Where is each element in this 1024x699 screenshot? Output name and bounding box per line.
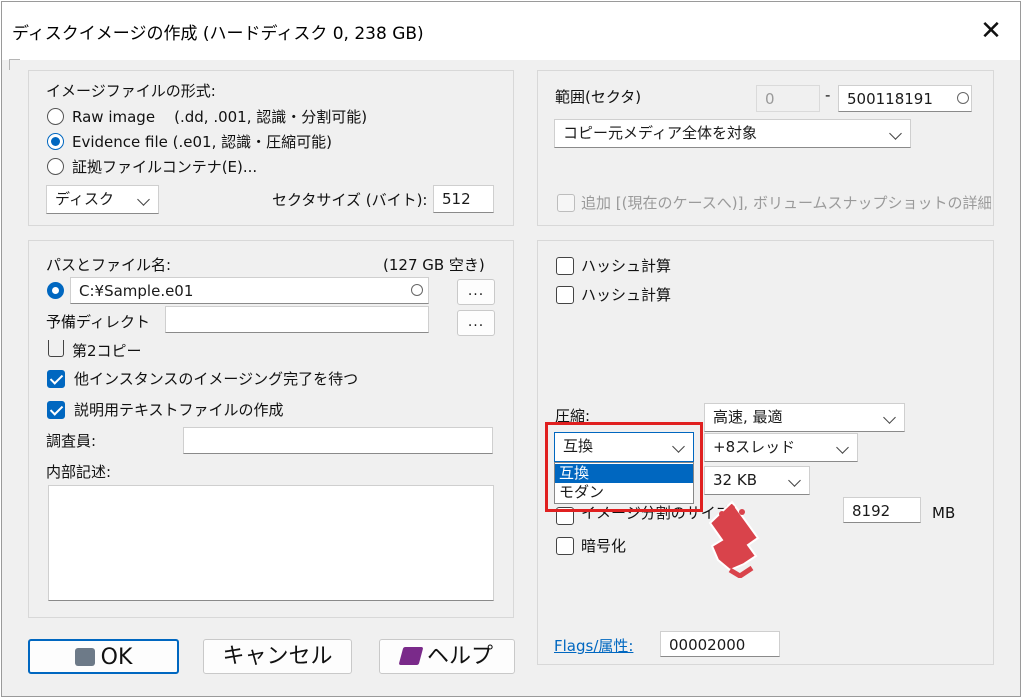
disk-select-value: ディスク xyxy=(55,190,114,208)
range-separator: - xyxy=(825,86,831,104)
backup-dir-label: 予備ディレクト xyxy=(46,313,150,331)
path-input[interactable]: C:¥Sample.e01 xyxy=(70,277,429,304)
chevron-down-icon xyxy=(889,127,902,140)
chevron-down-icon xyxy=(836,441,849,454)
flags-link[interactable]: Flags/属性: xyxy=(554,635,633,656)
title-bar: ディスクイメージの作成 (ハードディスク 0, 238 GB) ✕ xyxy=(2,2,1020,60)
close-icon[interactable]: ✕ xyxy=(974,16,1008,46)
second-copy-label: 第2コピー xyxy=(72,342,142,360)
target-select[interactable]: コピー元メディア全体を対象 xyxy=(554,119,911,148)
sector-size-label: セクタサイズ (バイト): xyxy=(272,191,428,209)
append-label: 追加 [(現在のケースへ)], ボリュームスナップショットの詳細 xyxy=(581,194,991,212)
evidence-file-label: Evidence file (.e01, 認識・圧縮可能) xyxy=(72,133,332,151)
range-end-value: 500118191 xyxy=(847,90,933,108)
hash2-checkbox[interactable] xyxy=(556,286,574,304)
wait-label: 他インスタンスのイメージング完了を待つ xyxy=(74,370,359,388)
cancel-button[interactable]: キャンセル xyxy=(203,639,352,674)
raw-image-label: Raw image (.dd, .001, 認識・分割可能) xyxy=(72,108,368,126)
window-title: ディスクイメージの作成 (ハードディスク 0, 238 GB) xyxy=(12,24,424,44)
format-group-label: イメージファイルの形式: xyxy=(46,82,216,100)
hash2-label: ハッシュ計算 xyxy=(581,286,672,304)
chunk-select[interactable]: 32 KB xyxy=(704,466,810,495)
disk-icon xyxy=(74,648,95,666)
evidence-file-radio[interactable] xyxy=(47,133,64,150)
range-start-input[interactable]: 0 xyxy=(756,85,820,112)
chevron-down-icon xyxy=(788,474,801,487)
path-value: C:¥Sample.e01 xyxy=(79,282,194,300)
path-label: パスとファイル名: xyxy=(46,256,172,274)
split-unit-label: MB xyxy=(932,504,956,522)
sector-size-input[interactable]: 512 xyxy=(433,185,494,213)
chevron-down-icon xyxy=(883,411,896,424)
help-label: ヘルプ xyxy=(426,644,493,669)
compression-select[interactable]: 高速, 最適 xyxy=(704,403,905,432)
disk-select[interactable]: ディスク xyxy=(46,185,159,214)
search-icon xyxy=(411,284,423,296)
raw-image-radio[interactable] xyxy=(47,108,64,125)
container-label: 証拠ファイルコンテナ(E)... xyxy=(72,158,258,176)
range-end-input[interactable]: 500118191 xyxy=(838,85,972,112)
ok-button[interactable]: OK xyxy=(28,639,179,674)
encrypt-label: 暗号化 xyxy=(581,537,627,555)
wait-checkbox[interactable] xyxy=(47,370,65,388)
threads-select[interactable]: +8スレッド xyxy=(704,433,858,462)
append-checkbox[interactable] xyxy=(557,194,575,212)
flags-input[interactable]: 00002000 xyxy=(660,631,780,657)
path-radio[interactable] xyxy=(47,282,64,299)
help-book-icon xyxy=(398,647,424,665)
search-icon xyxy=(957,92,969,104)
encrypt-checkbox[interactable] xyxy=(556,537,574,555)
path-browse-button[interactable]: ... xyxy=(457,279,495,305)
textfile-label: 説明用テキストファイルの作成 xyxy=(74,401,284,419)
textfile-checkbox[interactable] xyxy=(47,401,65,419)
highlight-box xyxy=(545,422,703,512)
examiner-label: 調査員: xyxy=(46,432,97,450)
hash1-label: ハッシュ計算 xyxy=(581,257,672,275)
compression-select-value: 高速, 最適 xyxy=(713,408,783,426)
pointing-hand-icon xyxy=(708,500,760,578)
backup-dir-browse-button[interactable]: ... xyxy=(457,310,495,336)
hash1-checkbox[interactable] xyxy=(556,257,574,275)
ok-label: OK xyxy=(100,645,133,670)
target-select-value: コピー元メディア全体を対象 xyxy=(563,124,757,142)
free-space-label: (127 GB 空き) xyxy=(383,256,485,274)
second-copy-checkbox[interactable] xyxy=(48,340,64,357)
help-button[interactable]: ヘルプ xyxy=(379,639,515,674)
chevron-down-icon xyxy=(137,193,150,206)
backup-dir-input[interactable] xyxy=(165,306,429,333)
split-size-input[interactable]: 8192 xyxy=(843,497,921,523)
range-label: 範囲(セクタ) xyxy=(555,88,642,106)
threads-select-value: +8スレッド xyxy=(713,438,796,456)
description-label: 内部記述: xyxy=(46,463,112,481)
resize-grip xyxy=(9,59,20,70)
examiner-input[interactable] xyxy=(183,427,493,454)
chunk-select-value: 32 KB xyxy=(713,471,757,489)
description-textarea[interactable] xyxy=(48,485,494,601)
container-radio[interactable] xyxy=(47,158,64,175)
